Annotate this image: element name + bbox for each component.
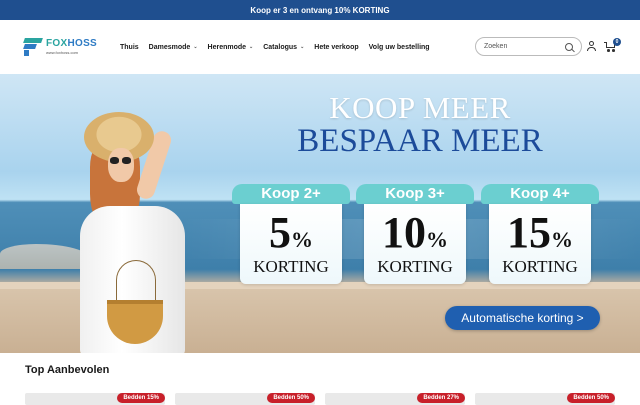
- search-placeholder: Zoeken: [484, 43, 508, 50]
- nav-item-damesmode[interactable]: Damesmode ⌄: [149, 44, 198, 51]
- offer-percent: 15%: [507, 208, 573, 257]
- cart-count-badge: 0: [613, 38, 621, 46]
- logo-mark-icon: [23, 38, 44, 56]
- site-header: FOXHOSS www.foxhoss.com Thuis Damesmode ⌄…: [0, 20, 640, 74]
- chevron-down-icon: ⌄: [193, 44, 198, 50]
- announcement-bar: Koop er 3 en ontvang 10% KORTING: [0, 0, 640, 20]
- offer-label: KORTING: [377, 257, 453, 276]
- offer-tab: Koop 2+: [232, 184, 350, 204]
- nav-item-thuis[interactable]: Thuis: [120, 44, 139, 51]
- offer-tab: Koop 4+: [481, 184, 599, 204]
- automatic-discount-button[interactable]: Automatische korting >: [445, 306, 600, 330]
- nav-item-volg-bestelling[interactable]: Volg uw bestelling: [369, 44, 430, 51]
- offer-tab: Koop 3+: [356, 184, 474, 204]
- account-icon[interactable]: [586, 41, 596, 52]
- product-card[interactable]: Bedden 15%: [25, 393, 165, 405]
- sunglasses: [110, 157, 132, 164]
- offer-label: KORTING: [253, 257, 329, 276]
- discount-badge: Bedden 27%: [417, 393, 465, 403]
- headline-line2: BESPAAR MEER: [297, 123, 543, 159]
- discount-badge: Bedden 50%: [567, 393, 615, 403]
- announcement-text: Koop er 3 en ontvang 10% KORTING: [250, 5, 390, 15]
- logo-url: www.foxhoss.com: [46, 50, 79, 55]
- main-nav: Thuis Damesmode ⌄ Herenmode ⌄ Catalogus ⌄ H…: [120, 44, 440, 51]
- offer-card-2: Koop 3+ 10% KORTING: [356, 184, 474, 284]
- chevron-down-icon: ⌄: [249, 44, 254, 50]
- product-card[interactable]: Bedden 50%: [475, 393, 615, 405]
- search-icon[interactable]: [565, 42, 573, 51]
- nav-item-hete-verkoop[interactable]: Hete verkoop: [314, 44, 358, 51]
- offer-label: KORTING: [502, 257, 578, 276]
- offer-card-1: Koop 2+ 5% KORTING: [232, 184, 350, 284]
- headline-line1: KOOP MEER: [329, 90, 511, 125]
- product-card[interactable]: Bedden 50%: [175, 393, 315, 405]
- product-card[interactable]: Bedden 27%: [325, 393, 465, 405]
- hero-banner[interactable]: KOOP MEER BESPAAR MEER Koop 2+ 5% KORTIN…: [0, 74, 640, 353]
- section-title: Top Aanbevolen: [25, 364, 110, 376]
- nav-item-herenmode[interactable]: Herenmode ⌄: [208, 44, 254, 51]
- hero-headline: KOOP MEER BESPAAR MEER: [240, 92, 600, 158]
- nav-item-catalogus[interactable]: Catalogus ⌄: [263, 44, 304, 51]
- offer-percent: 10%: [382, 208, 448, 257]
- discount-badge: Bedden 50%: [267, 393, 315, 403]
- logo[interactable]: FOXHOSS www.foxhoss.com: [23, 38, 108, 56]
- logo-name: FOXHOSS: [46, 38, 98, 49]
- offer-card-3: Koop 4+ 15% KORTING: [481, 184, 599, 284]
- offer-percent: 5%: [269, 208, 313, 257]
- chevron-down-icon: ⌄: [300, 44, 305, 50]
- search-input[interactable]: Zoeken: [475, 37, 582, 56]
- discount-badge: Bedden 15%: [117, 393, 165, 403]
- model-image: [70, 110, 210, 353]
